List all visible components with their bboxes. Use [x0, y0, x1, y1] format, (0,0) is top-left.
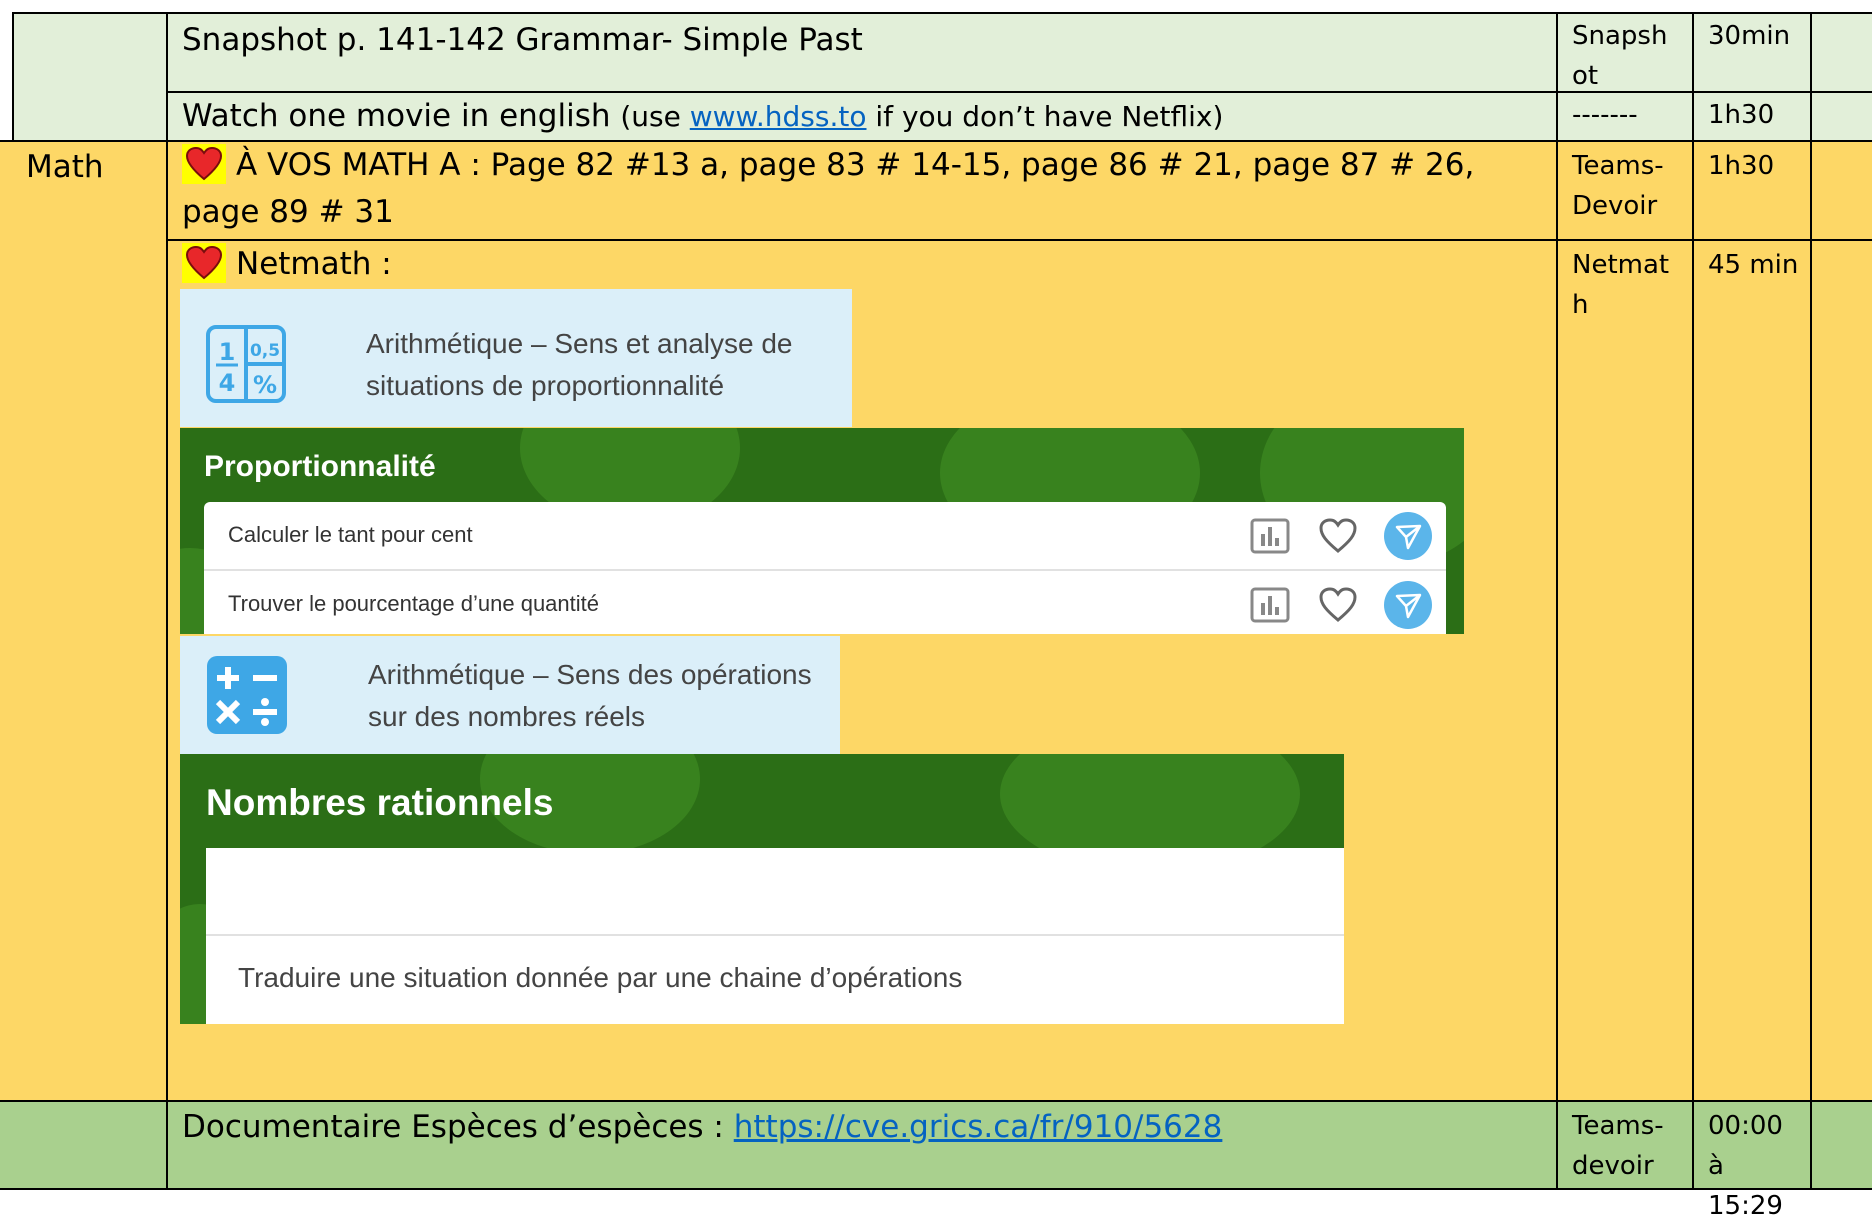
math-subject-cell: Math [0, 140, 168, 1102]
svg-text:%: % [253, 371, 277, 399]
row4-time-cell: 45 min [1692, 239, 1812, 1102]
row1-time-text: 30min [1708, 21, 1791, 51]
row3-time-text: 1h30 [1708, 151, 1775, 181]
row1-extra-cell [1810, 12, 1872, 93]
row5-extra-cell [1810, 1100, 1872, 1190]
heart-outline-icon[interactable] [1318, 518, 1358, 558]
netmath-group2-panel: Nombres rationnels Traduire une situatio… [180, 754, 1344, 1024]
row4-extra-cell [1810, 239, 1872, 1102]
send-icon[interactable] [1384, 512, 1432, 560]
netmath-group2-list: Traduire une situation donnée par une ch… [206, 848, 1344, 1024]
heart-icon [182, 143, 226, 184]
list-item-label: Traduire une situation donnée par une ch… [238, 962, 963, 993]
list-item[interactable]: Traduire une situation donnée par une ch… [206, 936, 1344, 1024]
heart-outline-icon[interactable] [1318, 587, 1358, 627]
stats-icon[interactable] [1250, 518, 1290, 558]
grics-link[interactable]: https://cve.grics.ca/fr/910/5628 [734, 1109, 1223, 1145]
operations-icon [207, 656, 287, 734]
netmath-section1-header[interactable]: 1 4 0,5 % Arithmétique – Sens et analyse… [180, 289, 852, 427]
row2-task-paren: (use [620, 100, 690, 133]
row2-subject-cell [12, 91, 168, 142]
row1-subject-cell [12, 12, 168, 93]
row5-task-prefix: Documentaire Espèces d’espèces : [182, 1109, 734, 1145]
row3-task-cell: À VOS MATH A : Page 82 #13 a, page 83 # … [166, 140, 1558, 241]
row4-tool-text: Netmath [1572, 250, 1670, 320]
row1-tool-cell: Snapshot [1556, 12, 1694, 93]
netmath-group1-title: Proportionnalité [204, 450, 436, 483]
row3-time-cell: 1h30 [1692, 140, 1812, 241]
row3-tool-cell: Teams-Devoir [1556, 140, 1694, 241]
row2-time-cell: 1h30 [1692, 91, 1812, 142]
row2-tool-cell: ------- [1556, 91, 1694, 142]
list-item[interactable]: Trouver le pourcentage d’une quantité [204, 571, 1446, 634]
row5-time-text: 00:00 à 15:29 [1708, 1111, 1783, 1221]
hdss-link[interactable]: www.hdss.to [690, 100, 867, 133]
row3-extra-cell [1810, 140, 1872, 241]
row2-tool-text: ------- [1572, 100, 1638, 130]
netmath-section2-header[interactable]: Arithmétique – Sens des opérations sur d… [180, 636, 840, 754]
row1-task-text: Snapshot p. 141-142 Grammar- Simple Past [182, 22, 863, 58]
row5-tool-text: Teams-devoir [1572, 1111, 1664, 1181]
row1-tool-text: Snapshot [1572, 21, 1668, 91]
svg-text:4: 4 [219, 369, 236, 397]
row5-task-cell: Documentaire Espèces d’espèces : https:/… [166, 1100, 1558, 1190]
row3-tool-text: Teams-Devoir [1572, 151, 1664, 221]
row2-task-prefix: Watch one movie in english [182, 98, 621, 134]
row2-extra-cell [1810, 91, 1872, 142]
svg-text:1: 1 [219, 338, 236, 366]
stats-icon[interactable] [1250, 587, 1290, 627]
row4-task-wrap: Netmath : [168, 241, 1556, 288]
row5-task-text: Documentaire Espèces d’espèces : https:/… [168, 1102, 1556, 1151]
row4-time-text: 45 min [1708, 250, 1799, 280]
netmath-group1-panel: Proportionnalité Calculer le tant pour c… [180, 428, 1464, 634]
netmath-group1-list: Calculer le tant pour cent Trouver le po… [204, 502, 1446, 634]
row1-task-cell: Snapshot p. 141-142 Grammar- Simple Past [166, 12, 1558, 93]
row4-task-text: Netmath : [236, 246, 392, 282]
list-item-label: Calculer le tant pour cent [228, 522, 473, 547]
row3-task-wrap: À VOS MATH A : Page 82 #13 a, page 83 # … [168, 142, 1556, 236]
row5-subject-cell [0, 1100, 168, 1190]
row1-time-cell: 30min [1692, 12, 1812, 93]
row2-task-text: Watch one movie in english (use www.hdss… [168, 93, 1556, 140]
row2-time-text: 1h30 [1708, 100, 1775, 130]
row4-tool-cell: Netmath [1556, 239, 1694, 1102]
heart-icon [182, 242, 226, 283]
svg-text:0,5: 0,5 [250, 341, 280, 361]
netmath-group2-title: Nombres rationnels [206, 782, 554, 823]
netmath-section2-title: Arithmétique – Sens des opérations sur d… [368, 659, 812, 732]
fraction-percent-icon: 1 4 0,5 % [206, 325, 286, 403]
math-subject-label: Math [26, 149, 104, 185]
netmath-section1-title: Arithmétique – Sens et analyse de situat… [366, 328, 793, 401]
send-icon[interactable] [1384, 581, 1432, 629]
row5-time-cell: 00:00 à 15:29 [1692, 1100, 1812, 1221]
row5-tool-cell: Teams-devoir [1556, 1100, 1694, 1190]
row2-task-suffix: if you don’t have Netflix) [866, 100, 1224, 133]
row2-task-cell: Watch one movie in english (use www.hdss… [166, 91, 1558, 142]
row3-task-text: À VOS MATH A : Page 82 #13 a, page 83 # … [182, 147, 1475, 230]
list-item[interactable]: Calculer le tant pour cent [204, 502, 1446, 570]
list-item-label: Trouver le pourcentage d’une quantité [228, 591, 599, 616]
